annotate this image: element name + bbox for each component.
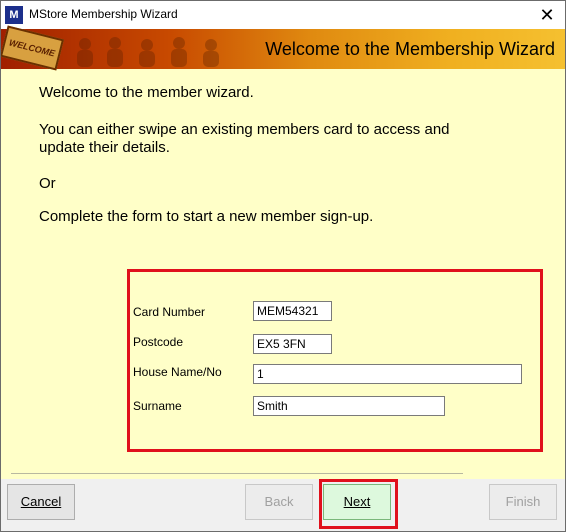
footer-separator bbox=[11, 473, 463, 474]
app-logo-icon: M bbox=[5, 6, 23, 24]
next-highlight-frame bbox=[319, 479, 398, 529]
form-highlight-frame bbox=[127, 269, 543, 452]
welcome-sign-text: WELCOME bbox=[7, 37, 57, 59]
intro-line-3: Or bbox=[39, 175, 56, 192]
intro-line-4: Complete the form to start a new member … bbox=[39, 208, 374, 225]
postcode-input[interactable] bbox=[253, 334, 332, 354]
welcome-sign-icon: WELCOME bbox=[1, 25, 65, 71]
people-silhouette-icon bbox=[77, 37, 219, 67]
window-title: MStore Membership Wizard bbox=[29, 7, 178, 21]
cancel-button-label: Cancel bbox=[20, 494, 62, 509]
wizard-window: M MStore Membership Wizard ✕ WELCOME Wel… bbox=[0, 0, 566, 532]
house-name-label: House Name/No bbox=[133, 365, 222, 379]
postcode-label: Postcode bbox=[133, 335, 184, 349]
intro-line-2b: update their details. bbox=[39, 139, 170, 156]
back-button[interactable]: Back bbox=[245, 484, 313, 520]
intro-line-2a: You can either swipe an existing members… bbox=[39, 121, 450, 138]
close-button[interactable]: ✕ bbox=[529, 1, 565, 29]
intro-line-1: Welcome to the member wizard. bbox=[39, 84, 254, 101]
banner-title: Welcome to the Membership Wizard bbox=[265, 39, 555, 59]
title-bar: M MStore Membership Wizard ✕ bbox=[1, 1, 565, 29]
back-button-label: Back bbox=[264, 494, 294, 509]
wizard-banner: WELCOME Welcome to the Membership Wizard bbox=[1, 25, 565, 71]
finish-button-label: Finish bbox=[505, 494, 541, 509]
cancel-button[interactable]: Cancel bbox=[7, 484, 75, 520]
finish-button[interactable]: Finish bbox=[489, 484, 557, 520]
surname-input[interactable] bbox=[253, 396, 445, 416]
house-name-input[interactable] bbox=[253, 364, 522, 384]
surname-label: Surname bbox=[133, 399, 182, 413]
wizard-footer: Cancel Back Next Finish bbox=[1, 479, 565, 531]
card-number-label: Card Number bbox=[133, 305, 206, 319]
card-number-input[interactable] bbox=[253, 301, 332, 321]
